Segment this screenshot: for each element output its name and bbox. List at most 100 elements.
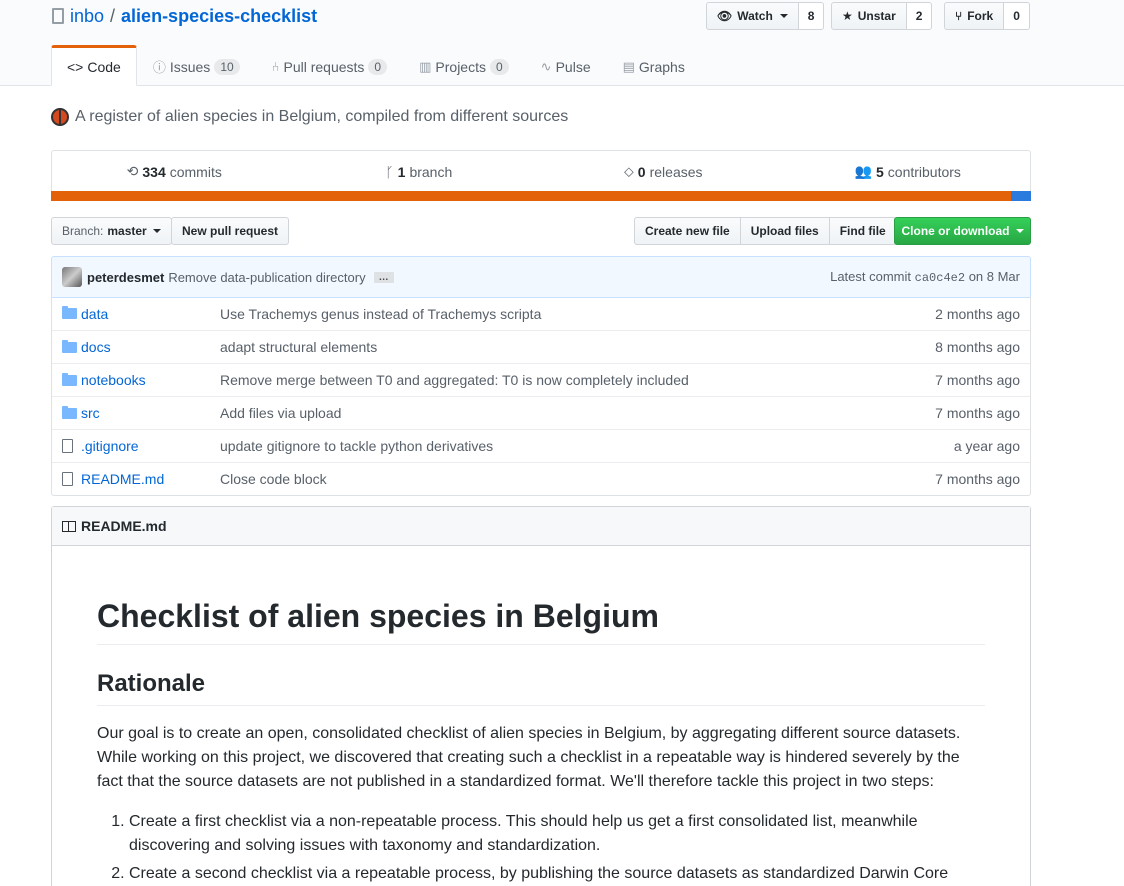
repo-name-link[interactable]: alien-species-checklist <box>121 6 317 26</box>
file-age: a year ago <box>953 438 1020 454</box>
branch-count: 1 <box>397 163 406 180</box>
repo-summary: ⟲ 334 commits ᚴ 1 branch ⬦ 0 releases 👥 … <box>51 150 1031 201</box>
tab-issues-label: Issues <box>169 58 211 75</box>
star-icon: ★ <box>842 9 853 23</box>
projects-counter: 0 <box>489 58 509 75</box>
branch-icon: ᚴ <box>385 163 394 180</box>
commits-count: 334 <box>142 163 166 180</box>
folder-icon <box>52 306 81 319</box>
language-segment-secondary <box>1011 191 1031 201</box>
table-row: src Add files via upload 7 months ago <box>52 396 1030 429</box>
tab-code[interactable]: <> Code <box>51 45 137 86</box>
watch-label: Watch <box>737 9 773 23</box>
file-commit-message-link[interactable]: Use Trachemys genus instead of Trachemys… <box>220 306 935 322</box>
clone-or-download-button[interactable]: Clone or download <box>894 217 1031 245</box>
eye-icon: 👁 <box>717 9 733 23</box>
table-row: docs adapt structural elements 8 months ag… <box>52 330 1030 363</box>
file-commit-message-link[interactable]: adapt structural elements <box>220 339 935 355</box>
star-count[interactable]: 2 <box>906 2 933 30</box>
repo-nav-tabs: <> Code ⓘ Issues 10 ⑃ Pull requests 0 ▥ … <box>51 45 701 86</box>
commit-message-link[interactable]: Remove data-publication directory <box>168 270 365 285</box>
unstar-button[interactable]: ★ Unstar <box>831 2 907 30</box>
new-pull-request-button[interactable]: New pull request <box>171 217 290 245</box>
table-row: notebooks Remove merge between T0 and agg… <box>52 363 1030 396</box>
readme-filename: README.md <box>81 518 167 534</box>
find-file-button[interactable]: Find file <box>829 217 897 245</box>
file-name-link[interactable]: README.md <box>81 471 220 487</box>
project-icon: ▥ <box>419 58 432 74</box>
tag-icon: ⬦ <box>623 163 634 179</box>
people-icon: 👥 <box>854 163 872 179</box>
file-name-link[interactable]: src <box>81 405 220 421</box>
commit-expand-button[interactable]: … <box>373 271 394 283</box>
watch-group: 👁 Watch 8 <box>706 2 825 30</box>
pulse-icon: ∿ <box>540 58 552 74</box>
watch-button[interactable]: 👁 Watch <box>706 2 799 30</box>
tab-pull-requests-label: Pull requests <box>283 58 365 75</box>
file-icon <box>52 439 81 453</box>
file-name-link[interactable]: data <box>81 306 220 322</box>
issue-icon: ⓘ <box>152 60 166 75</box>
file-age: 7 months ago <box>935 372 1020 388</box>
tab-projects[interactable]: ▥ Projects 0 <box>403 45 525 86</box>
file-name-link[interactable]: .gitignore <box>81 438 220 454</box>
file-icon <box>52 472 81 486</box>
commits-label: commits <box>169 163 222 180</box>
tab-pulse[interactable]: ∿ Pulse <box>525 45 607 86</box>
chevron-down-icon <box>152 229 161 233</box>
fork-group: ⑂ Fork 0 <box>944 2 1030 30</box>
book-icon <box>62 520 76 532</box>
readme-section-heading: Rationale <box>97 669 985 706</box>
chevron-down-icon <box>779 14 788 18</box>
language-segment-primary <box>51 191 1011 201</box>
upload-files-button[interactable]: Upload files <box>740 217 830 245</box>
list-item: Create a first checklist via a non-repea… <box>129 810 985 858</box>
file-age: 7 months ago <box>935 405 1020 421</box>
tab-graphs-label: Graphs <box>638 58 685 75</box>
contributors-count: 5 <box>875 163 884 180</box>
file-commit-message-link[interactable]: Close code block <box>220 471 935 487</box>
branches-link[interactable]: ᚴ 1 branch <box>297 151 542 192</box>
commit-sha-link[interactable]: ca0c4e2 <box>915 271 965 285</box>
commit-date: on 8 Mar <box>968 269 1020 284</box>
fork-button[interactable]: ⑂ Fork <box>944 2 1005 30</box>
file-commit-message-link[interactable]: update gitignore to tackle python deriva… <box>220 438 954 454</box>
releases-label: releases <box>649 163 703 180</box>
latest-commit-label: Latest commit <box>830 269 912 284</box>
repo-owner-link[interactable]: inbo <box>70 6 104 26</box>
issues-counter: 10 <box>214 58 240 75</box>
commits-link[interactable]: ⟲ 334 commits <box>52 151 297 192</box>
releases-link[interactable]: ⬦ 0 releases <box>541 151 786 192</box>
fork-count[interactable]: 0 <box>1004 2 1030 30</box>
branch-select-button[interactable]: Branch: master <box>51 217 172 245</box>
watch-count[interactable]: 8 <box>798 2 825 30</box>
file-name-link[interactable]: docs <box>81 339 220 355</box>
table-row: .gitignore update gitignore to tackle pyt… <box>52 429 1030 462</box>
contributors-link[interactable]: 👥 5 contributors <box>786 151 1031 192</box>
tab-code-label: Code <box>87 58 121 75</box>
avatar[interactable] <box>62 267 82 287</box>
file-commit-message-link[interactable]: Add files via upload <box>220 405 935 421</box>
readme-header: README.md <box>52 507 1030 546</box>
tab-graphs[interactable]: ▤ Graphs <box>607 45 701 86</box>
history-icon: ⟲ <box>126 163 139 179</box>
latest-commit-info: Latest commit ca0c4e2 on 8 Mar <box>830 269 1020 285</box>
file-age: 7 months ago <box>935 471 1020 487</box>
commit-author-link[interactable]: peterdesmet <box>87 270 164 285</box>
graph-icon: ▤ <box>622 58 635 74</box>
tab-issues[interactable]: ⓘ Issues 10 <box>137 45 256 86</box>
repo-icon <box>52 8 64 24</box>
file-actions: Create new file Upload files Find file <box>634 217 897 245</box>
tab-pull-requests[interactable]: ⑃ Pull requests 0 <box>256 45 403 86</box>
language-bar[interactable] <box>51 191 1031 201</box>
file-commit-message-link[interactable]: Remove merge between T0 and aggregated: … <box>220 372 935 388</box>
repo-description: A register of alien species in Belgium, … <box>51 108 568 126</box>
create-new-file-button[interactable]: Create new file <box>634 217 741 245</box>
chevron-down-icon <box>1015 229 1024 233</box>
pull-request-icon: ⑃ <box>271 59 280 74</box>
branch-label: branch <box>409 163 453 180</box>
file-table: data Use Trachemys genus instead of Trach… <box>51 297 1031 496</box>
table-row: data Use Trachemys genus instead of Trach… <box>52 297 1030 330</box>
readme-title: Checklist of alien species in Belgium <box>97 596 985 645</box>
file-name-link[interactable]: notebooks <box>81 372 220 388</box>
